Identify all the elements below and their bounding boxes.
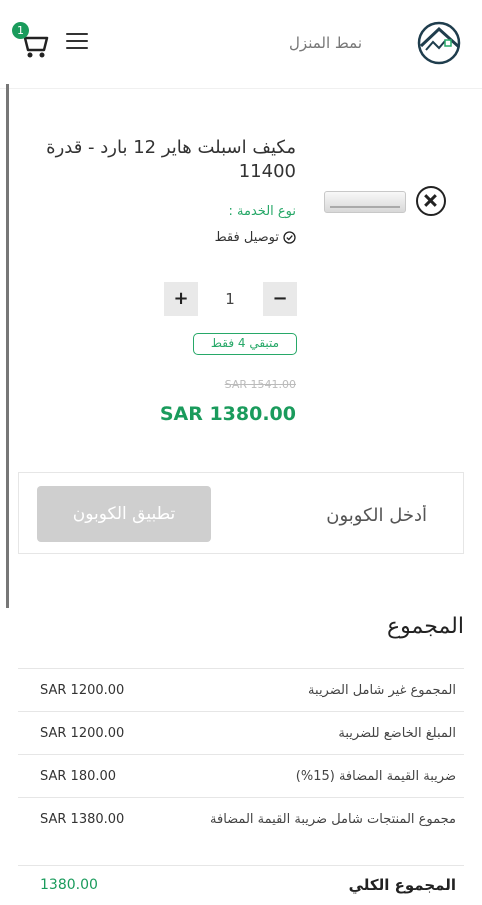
current-price: SAR 1380.00: [159, 403, 296, 425]
product-name[interactable]: مكيف اسبلت هاير 12 بارد - قدرة 11400: [46, 136, 296, 184]
check-circle-icon: [283, 231, 296, 244]
quantity-value[interactable]: 1: [198, 282, 262, 316]
totals-label: المبلغ الخاضع للضريبة: [338, 726, 456, 741]
grand-total-label: المجموع الكلي: [348, 876, 456, 894]
totals-title: المجموع: [387, 614, 464, 639]
remove-item-button[interactable]: [416, 186, 446, 216]
totals-label: ضريبة القيمة المضافة (15%): [295, 769, 456, 784]
stock-remaining-badge: متبقي 4 فقط: [193, 333, 297, 355]
quantity-decrease-button[interactable]: −: [263, 282, 297, 316]
totals-row-taxable: SAR 1200.00 المبلغ الخاضع للضريبة: [18, 711, 464, 754]
apply-coupon-button[interactable]: تطبيق الكوبون: [37, 486, 211, 542]
service-type-value: توصيل فقط: [215, 230, 296, 245]
totals-value: SAR 1380.00: [40, 812, 125, 827]
service-type-label: نوع الخدمة :: [228, 204, 296, 219]
grand-total-value: 1380.00: [40, 877, 98, 893]
product-image: [324, 191, 406, 217]
totals-label: المجموع غير شامل الضريبة: [308, 683, 456, 698]
coupon-input[interactable]: [225, 501, 429, 529]
hamburger-menu-icon[interactable]: [66, 33, 88, 51]
totals-row-vat: SAR 180.00 ضريبة القيمة المضافة (15%): [18, 754, 464, 797]
service-type-text: توصيل فقط: [214, 230, 279, 245]
totals-value: SAR 1200.00: [40, 683, 125, 698]
totals-value: SAR 1200.00: [40, 726, 125, 741]
totals-row-grand-total: 1380.00 المجموع الكلي: [18, 865, 464, 905]
totals-row-subtotal: SAR 1200.00 المجموع غير شامل الضريبة: [18, 668, 464, 711]
scroll-indicator: [6, 84, 9, 608]
home-logo-icon[interactable]: [414, 20, 464, 66]
cart-count-badge: 1: [12, 22, 29, 39]
quantity-increase-button[interactable]: +: [164, 282, 198, 316]
totals-label: مجموع المنتجات شامل ضريبة القيمة المضافة: [210, 812, 456, 827]
old-price: SAR 1541.00: [224, 378, 296, 391]
brand-name: نمط المنزل: [289, 34, 362, 52]
totals-table: SAR 1200.00 المجموع غير شامل الضريبة SAR…: [18, 668, 464, 905]
totals-value: SAR 180.00: [40, 769, 117, 784]
coupon-section: تطبيق الكوبون: [18, 472, 464, 554]
totals-row-products-incl-vat: SAR 1380.00 مجموع المنتجات شامل ضريبة ال…: [18, 797, 464, 865]
